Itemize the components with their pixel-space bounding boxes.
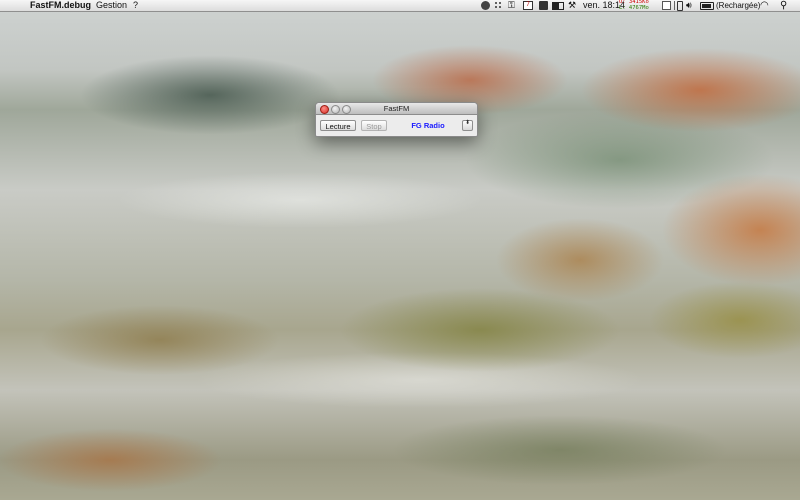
apple-menu-icon[interactable]: [10, 0, 20, 11]
station-dropdown[interactable]: ⬍: [462, 120, 473, 131]
spotlight-icon[interactable]: ⚲: [780, 1, 790, 11]
phone-icon[interactable]: [677, 1, 683, 11]
dots-icon[interactable]: [494, 1, 504, 10]
menu-gestion[interactable]: Gestion: [96, 0, 127, 11]
menu-bar: FastFM.debug Gestion ? ⚿ 7 ⚒ ven. 18:14 …: [0, 0, 800, 12]
menu-help[interactable]: ?: [133, 0, 138, 11]
stop-button[interactable]: Stop: [361, 120, 387, 131]
status-circle-icon[interactable]: [481, 1, 490, 10]
camera-icon[interactable]: [539, 1, 548, 10]
battery-icon[interactable]: [700, 2, 714, 10]
station-name: FG Radio: [411, 121, 445, 130]
network-download: L: 4767Mo: [619, 4, 649, 11]
lock-icon[interactable]: ⚿: [508, 1, 516, 10]
volume-icon[interactable]: 🔊︎: [686, 1, 696, 10]
play-button[interactable]: Lecture: [320, 120, 356, 131]
window-titlebar[interactable]: FastFM: [316, 103, 477, 115]
calendar-icon[interactable]: 7: [523, 1, 533, 10]
network-monitor[interactable]: U: 3415Ko L: 4767Mo: [619, 0, 649, 11]
wrench-icon[interactable]: ⚒: [568, 1, 576, 10]
chevron-updown-icon: ⬍: [464, 120, 471, 126]
battery-small-icon[interactable]: [552, 2, 564, 10]
desktop-wallpaper: [0, 0, 800, 500]
fastfm-window: FastFM Lecture Stop FG Radio ⬍: [315, 102, 478, 137]
window-title: FastFM: [383, 104, 410, 113]
separator: [674, 1, 675, 10]
document-icon[interactable]: [662, 1, 671, 10]
app-menu[interactable]: FastFM.debug: [30, 0, 91, 11]
wifi-icon[interactable]: ◠: [760, 1, 772, 11]
battery-status[interactable]: (Rechargée): [716, 0, 760, 11]
